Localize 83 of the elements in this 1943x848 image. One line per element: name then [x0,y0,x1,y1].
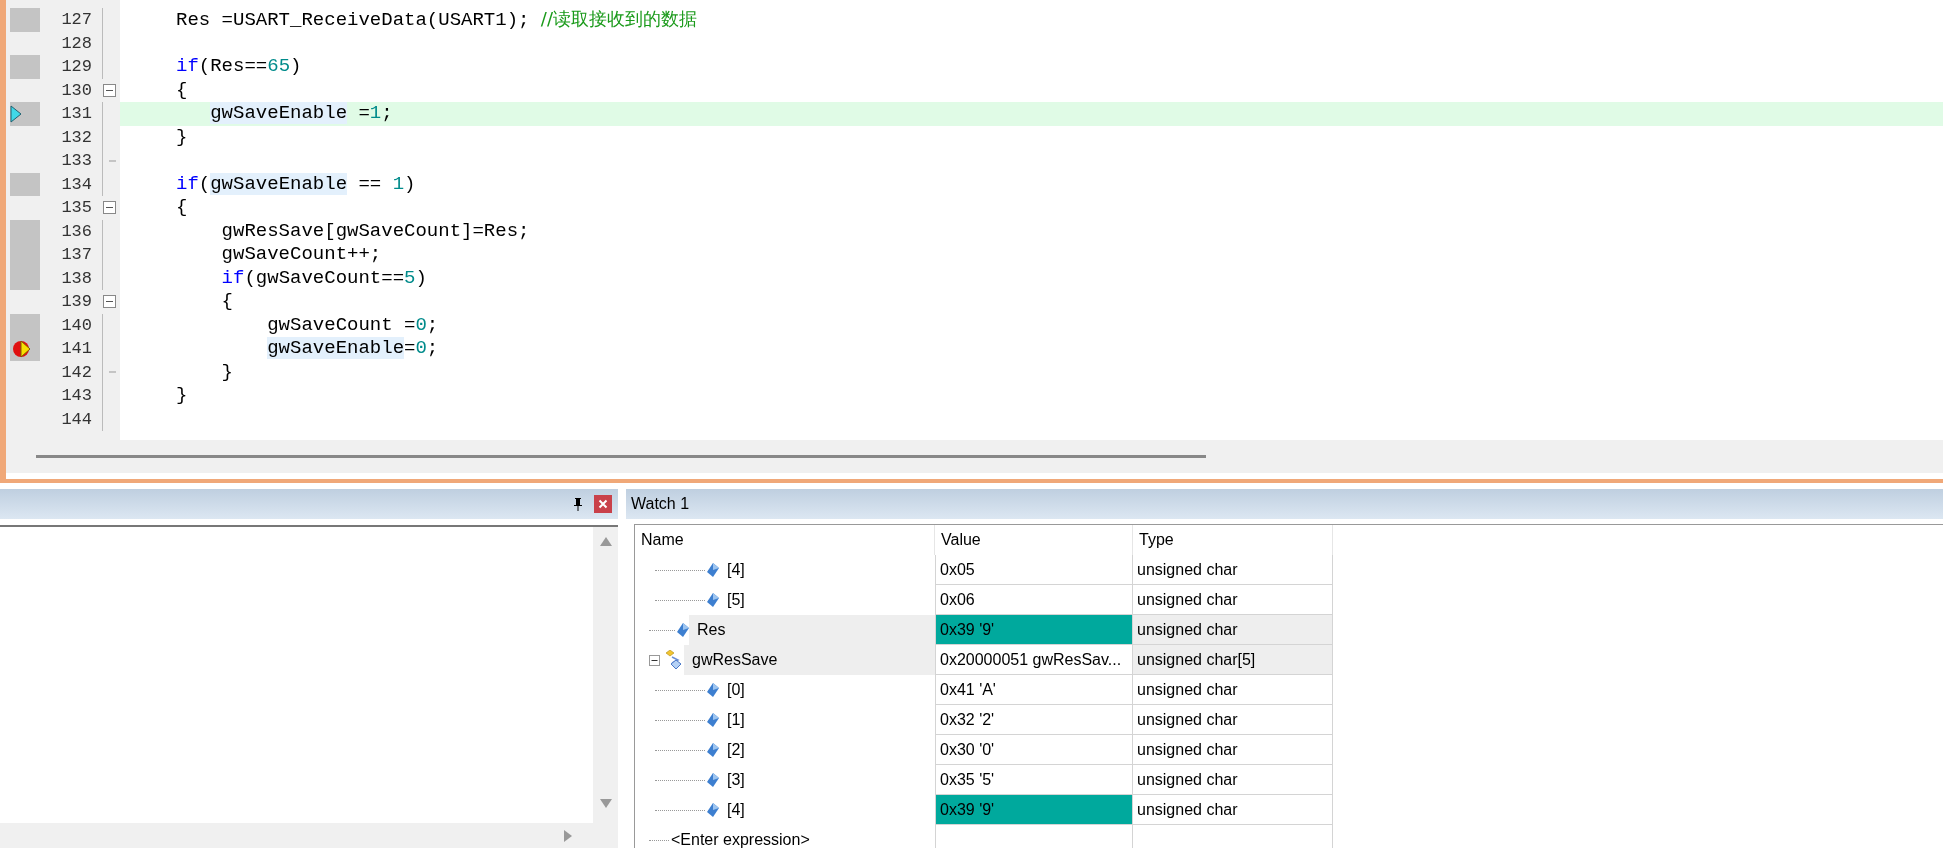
line-number: 134 [60,173,92,196]
code-line: if(Res==65) [176,55,302,79]
line-number: 139 [60,291,92,313]
value-cell[interactable]: 0x05 [935,555,1133,585]
value-cell[interactable]: 0x41 'A' [935,675,1133,705]
code-line: { [221,290,233,314]
code-line: gwResSave[gwSaveCount]=Res; [221,219,530,243]
value-cell[interactable]: 0x32 '2' [935,705,1133,735]
variable-icon [707,803,719,817]
line-number: 144 [60,408,92,431]
line-number: 127 [60,9,92,31]
variable-name[interactable]: gwResSave [684,645,935,675]
value-cell[interactable]: 0x06 [935,585,1133,615]
line-number: 129 [60,56,92,78]
pin-icon[interactable] [572,497,584,511]
variable-name[interactable]: [0] [719,675,935,705]
line-number: 135 [60,197,92,219]
value-cell[interactable]: 0x39 '9' [935,615,1133,645]
type-cell: unsigned char[5] [1133,645,1333,675]
variable-icon [707,713,719,727]
line-number: 128 [60,32,92,55]
variable-name[interactable]: Res [689,615,935,645]
code-line: if(gwSaveCount==5) [221,266,427,290]
panel-title: Watch 1 [631,494,690,514]
code-line: gwSaveCount =0; [267,313,439,337]
scrollbar-thumb[interactable] [36,455,1206,458]
collapse-icon[interactable] [102,201,116,215]
line-number: 130 [60,79,92,102]
variable-icon [707,593,719,607]
variable-name[interactable]: [5] [719,585,935,615]
variable-icon [677,623,689,637]
type-cell: unsigned char [1133,585,1333,615]
collapse-icon[interactable] [102,83,116,97]
value-cell[interactable]: 0x35 '5' [935,765,1133,795]
line-number: 132 [60,126,92,149]
vertical-scrollbar[interactable] [593,527,618,848]
code-line: { [176,196,188,220]
value-cell[interactable]: 0x20000051 gwResSav... [935,645,1133,675]
value-cell[interactable]: 0x30 '0' [935,735,1133,765]
breakpoint-icon[interactable] [12,338,32,359]
type-cell: unsigned char [1133,795,1333,825]
type-cell: unsigned char [1133,675,1333,705]
value-cell[interactable] [935,825,1133,848]
variable-name[interactable]: [2] [719,735,935,765]
type-cell: unsigned char [1133,735,1333,765]
horizontal-scrollbar[interactable] [6,440,1943,473]
close-icon[interactable] [594,495,612,513]
variable-name[interactable]: [3] [719,765,935,795]
line-number: 140 [60,314,92,337]
collapse-icon[interactable] [649,654,660,666]
code-line: } [221,360,233,384]
type-cell: unsigned char [1133,615,1333,645]
type-cell: unsigned char [1133,705,1333,735]
line-number: 141 [60,338,92,360]
variable-icon [707,563,719,577]
variable-icon [707,743,719,757]
variable-icon [707,773,719,787]
value-cell[interactable]: 0x39 '9' [935,795,1133,825]
scroll-right-icon[interactable] [563,829,573,842]
line-number: 131 [60,103,92,125]
code-line: } [176,384,188,408]
line-number: 142 [60,361,92,384]
code-line: { [176,78,188,102]
code-line: } [176,125,188,149]
line-number: 138 [60,267,92,290]
code-line: Res =USART_ReceiveData(USART1); //读取接收到的数据 [176,7,697,33]
variable-name[interactable]: [4] [719,795,935,825]
type-cell: unsigned char [1133,555,1333,585]
scroll-up-icon[interactable] [599,537,612,546]
variable-icon [707,683,719,697]
line-number: 133 [60,150,92,172]
type-cell: unsigned char [1133,765,1333,795]
current-line-arrow-icon [10,104,22,123]
code-line: gwSaveCount++; [221,243,382,267]
variable-name[interactable]: [1] [719,705,935,735]
line-number: 137 [60,244,92,266]
enter-expression-field[interactable]: <Enter expression> [671,828,810,848]
collapse-icon[interactable] [102,295,116,309]
scroll-down-icon[interactable] [599,799,612,808]
code-line: if(gwSaveEnable == 1) [176,172,416,196]
line-number: 143 [60,385,92,407]
variable-name[interactable]: [4] [719,555,935,585]
line-number: 136 [60,220,92,243]
